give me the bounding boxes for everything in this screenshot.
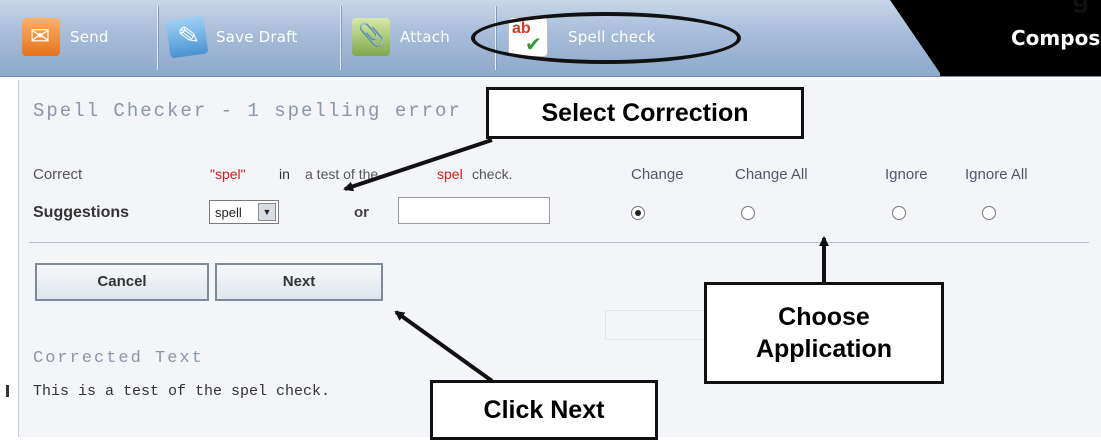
callout-choose-line1: Choose xyxy=(778,303,870,331)
arrow-to-suggestions xyxy=(343,138,493,192)
callout-select-correction: Select Correction xyxy=(486,87,804,139)
arrow-to-next-button xyxy=(394,310,494,383)
callout-click-next: Click Next xyxy=(430,380,658,440)
callout-choose-line2: Application xyxy=(755,335,893,363)
callout-choose-application: Choose Application xyxy=(704,282,944,384)
